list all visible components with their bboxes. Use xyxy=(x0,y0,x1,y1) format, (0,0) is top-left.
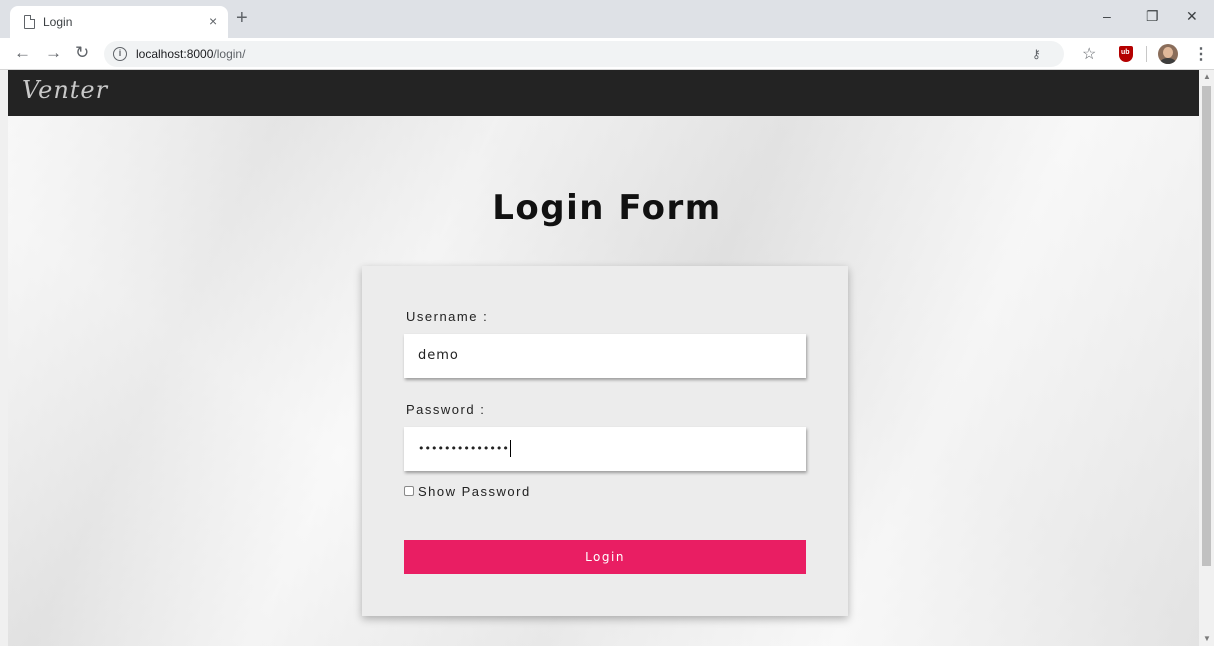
page-title: Login Form xyxy=(492,188,722,228)
toolbar-divider xyxy=(1146,46,1147,62)
show-password-label[interactable]: Show Password xyxy=(418,484,531,499)
profile-avatar[interactable] xyxy=(1158,44,1178,64)
back-icon[interactable]: ← xyxy=(14,43,31,63)
reload-icon[interactable]: ↻ xyxy=(75,43,89,63)
browser-tabstrip: Login × + – ❐ ✕ xyxy=(0,0,1214,38)
login-button[interactable]: Login xyxy=(404,540,806,574)
forward-icon[interactable]: → xyxy=(45,43,62,63)
browser-toolbar: ← → ↻ i localhost:8000/login/ ⚷ ☆ ⋮ xyxy=(0,38,1214,70)
password-input[interactable]: •••••••••••••• xyxy=(404,427,806,471)
brand-logo[interactable]: Venter xyxy=(22,76,108,104)
scroll-thumb[interactable] xyxy=(1202,86,1211,566)
scroll-up-icon[interactable]: ▲ xyxy=(1203,72,1211,81)
address-bar[interactable]: i localhost:8000/login/ xyxy=(104,41,1064,67)
scroll-down-icon[interactable]: ▼ xyxy=(1203,634,1211,643)
show-password-checkbox[interactable] xyxy=(404,486,414,496)
password-label: Password : xyxy=(406,402,486,417)
site-navbar: Venter xyxy=(8,70,1199,116)
ublock-extension-icon[interactable] xyxy=(1119,46,1133,62)
tab-close-icon[interactable]: × xyxy=(209,12,217,30)
page-edge xyxy=(0,70,8,646)
browser-tab[interactable]: Login × xyxy=(10,6,228,38)
username-input[interactable]: demo xyxy=(404,334,806,378)
url-text[interactable]: localhost:8000/login/ xyxy=(136,47,245,61)
password-mask: •••••••••••••• xyxy=(418,442,509,455)
username-label: Username : xyxy=(406,309,489,324)
page-viewport: Venter Login Form Username : demo Passwo… xyxy=(0,70,1214,646)
info-icon[interactable]: i xyxy=(113,47,127,61)
window-close-icon[interactable]: ✕ xyxy=(1186,7,1198,25)
login-card: Username : demo Password : •••••••••••••… xyxy=(362,266,848,616)
menu-icon[interactable]: ⋮ xyxy=(1193,44,1209,64)
minimize-icon[interactable]: – xyxy=(1103,7,1111,25)
key-icon[interactable]: ⚷ xyxy=(1032,47,1041,61)
text-caret xyxy=(509,440,511,457)
scrollbar[interactable]: ▲ ▼ xyxy=(1199,70,1214,646)
new-tab-icon[interactable]: + xyxy=(236,8,248,28)
bookmark-star-icon[interactable]: ☆ xyxy=(1082,44,1096,64)
page-icon xyxy=(24,15,35,29)
tab-title: Login xyxy=(43,15,73,29)
restore-icon[interactable]: ❐ xyxy=(1146,7,1159,25)
